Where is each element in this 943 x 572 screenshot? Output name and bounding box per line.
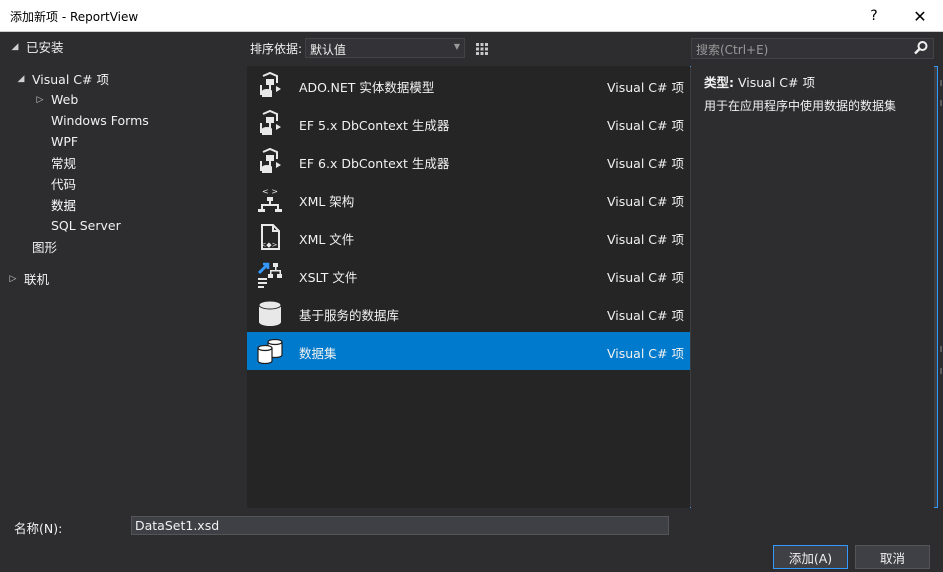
template-info-pane: 类型: Visual C# 项 用于在应用程序中使用数据的数据集 bbox=[691, 66, 934, 508]
chevron-down-icon: ▼ bbox=[453, 42, 460, 51]
dbcontext-generator-icon bbox=[260, 147, 281, 173]
expanded-arrow-icon[interactable]: ◢ bbox=[14, 74, 28, 84]
template-item-ef5-dbcontext-generator[interactable]: EF 5.x DbContext 生成器 Visual C# 项 bbox=[247, 104, 690, 142]
scroll-edge bbox=[940, 80, 942, 374]
template-item-xml-schema[interactable]: < > XML 架构 Visual C# 项 bbox=[247, 180, 690, 218]
tree-item-graphics[interactable]: 图形 bbox=[28, 236, 57, 257]
xml-file-icon: <◆> bbox=[260, 224, 280, 250]
sort-label: 排序依据: bbox=[250, 42, 303, 56]
add-button[interactable]: 添加(A) bbox=[773, 545, 848, 569]
tree-item-data[interactable]: 数据 bbox=[47, 194, 76, 215]
tree-item-visual-csharp[interactable]: ◢ Visual C# 项 bbox=[14, 68, 109, 89]
tree-item-code[interactable]: 代码 bbox=[47, 173, 76, 194]
title-bar: 添加新项 - ReportView ? ✕ bbox=[0, 0, 943, 32]
template-item-ado-net-entity-model[interactable]: ADO.NET 实体数据模型 Visual C# 项 bbox=[247, 66, 690, 104]
svg-text:< >: < > bbox=[262, 187, 278, 196]
tree-item-installed[interactable]: ◢ 已安装 bbox=[8, 36, 64, 57]
template-item-xml-file[interactable]: <◆> XML 文件 Visual C# 项 bbox=[247, 218, 690, 256]
name-label: 名称(N): bbox=[14, 521, 63, 536]
small-icons-view-button[interactable] bbox=[471, 38, 493, 59]
tree-item-sql-server[interactable]: SQL Server bbox=[47, 215, 121, 236]
help-button[interactable]: ? bbox=[851, 0, 897, 32]
expanded-arrow-icon[interactable]: ◢ bbox=[8, 42, 22, 52]
dataset-icon bbox=[257, 338, 283, 365]
grid-view-icon bbox=[476, 42, 488, 55]
tree-item-online[interactable]: ▷ 联机 bbox=[6, 268, 49, 289]
template-item-dataset[interactable]: 数据集 Visual C# 项 bbox=[247, 332, 690, 370]
svg-text:<◆>: <◆> bbox=[260, 241, 277, 249]
tree-item-windows-forms[interactable]: Windows Forms bbox=[47, 110, 149, 131]
collapsed-arrow-icon[interactable]: ▷ bbox=[6, 274, 20, 284]
sort-dropdown[interactable]: 默认值 ▼ bbox=[305, 38, 465, 58]
name-field[interactable] bbox=[131, 516, 669, 535]
window-title: 添加新项 - ReportView bbox=[10, 10, 139, 24]
search-icon[interactable] bbox=[913, 40, 929, 59]
sort-value: 默认值 bbox=[310, 43, 347, 57]
search-input[interactable]: 搜索(Ctrl+E) bbox=[691, 38, 934, 59]
xslt-file-icon bbox=[257, 262, 282, 288]
template-category-tree: ◢ 已安装 ◢ Visual C# 项 ▷ Web Windows Forms … bbox=[0, 32, 243, 508]
dbcontext-generator-icon bbox=[260, 109, 281, 135]
cancel-button[interactable]: 取消 bbox=[855, 545, 930, 569]
collapsed-arrow-icon[interactable]: ▷ bbox=[33, 95, 47, 105]
template-item-service-based-database[interactable]: 基于服务的数据库 Visual C# 项 bbox=[247, 294, 690, 332]
close-button[interactable]: ✕ bbox=[897, 0, 943, 32]
tree-item-general[interactable]: 常规 bbox=[47, 152, 76, 173]
template-item-xslt-file[interactable]: XSLT 文件 Visual C# 项 bbox=[247, 256, 690, 294]
template-item-ef6-dbcontext-generator[interactable]: EF 6.x DbContext 生成器 Visual C# 项 bbox=[247, 142, 690, 180]
template-type-value: Visual C# 项 bbox=[737, 75, 815, 90]
xml-schema-icon: < > bbox=[258, 187, 282, 212]
tree-item-web[interactable]: ▷ Web bbox=[33, 89, 79, 110]
search-placeholder: 搜索(Ctrl+E) bbox=[696, 43, 769, 57]
template-type-label: 类型: bbox=[704, 75, 734, 90]
database-icon bbox=[258, 300, 282, 326]
template-description: 用于在应用程序中使用数据的数据集 bbox=[704, 99, 897, 113]
tree-item-wpf[interactable]: WPF bbox=[47, 131, 78, 152]
template-list: ADO.NET 实体数据模型 Visual C# 项 EF 5.x DbCont… bbox=[247, 66, 690, 508]
entity-model-icon bbox=[260, 71, 281, 97]
template-type-line: 类型: Visual C# 项 bbox=[704, 72, 815, 91]
